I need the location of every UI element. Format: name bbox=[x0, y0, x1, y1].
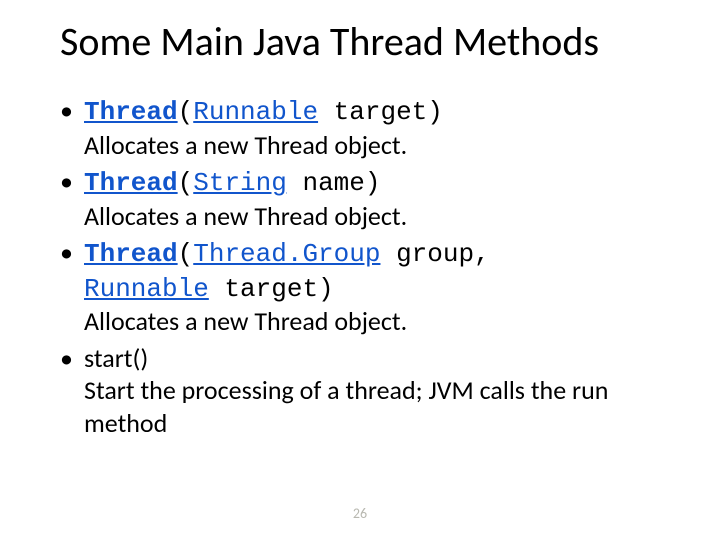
param-type-link[interactable]: String bbox=[193, 168, 287, 198]
method-description: Allocates a new Thread object. bbox=[84, 200, 680, 233]
param-type-link[interactable]: Runnable bbox=[84, 274, 209, 304]
method-signature: Thread(Thread.Group group, Runnable targ… bbox=[84, 239, 490, 304]
class-link[interactable]: Thread bbox=[84, 239, 178, 269]
param-type-link[interactable]: Runnable bbox=[193, 97, 318, 127]
list-item: Thread(Thread.Group group, Runnable targ… bbox=[60, 236, 680, 338]
slide: Some Main Java Thread Methods Thread(Run… bbox=[0, 0, 720, 540]
paren: ( bbox=[178, 97, 194, 127]
list-item: Thread(Runnable target) Allocates a new … bbox=[60, 94, 680, 161]
paren: ( bbox=[178, 168, 194, 198]
param-rest: target) bbox=[318, 97, 443, 127]
method-signature: Thread(Runnable target) bbox=[84, 97, 443, 127]
slide-title: Some Main Java Thread Methods bbox=[60, 20, 680, 64]
method-signature-plain: start() bbox=[84, 342, 148, 374]
param-rest: target) bbox=[209, 274, 334, 304]
class-link[interactable]: Thread bbox=[84, 97, 178, 127]
method-description: Allocates a new Thread object. bbox=[84, 305, 680, 338]
list-item: start() Start the processing of a thread… bbox=[60, 342, 680, 440]
param-rest: name) bbox=[287, 168, 381, 198]
method-description: Start the processing of a thread; JVM ca… bbox=[84, 374, 680, 439]
page-number: 26 bbox=[0, 505, 720, 522]
class-link[interactable]: Thread bbox=[84, 168, 178, 198]
method-description: Allocates a new Thread object. bbox=[84, 129, 680, 162]
method-list: Thread(Runnable target) Allocates a new … bbox=[60, 94, 680, 439]
method-signature: Thread(String name) bbox=[84, 168, 380, 198]
param-rest: group, bbox=[380, 239, 489, 269]
param-type-link[interactable]: Thread.Group bbox=[193, 239, 380, 269]
list-item: Thread(String name) Allocates a new Thre… bbox=[60, 165, 680, 232]
paren: ( bbox=[178, 239, 194, 269]
